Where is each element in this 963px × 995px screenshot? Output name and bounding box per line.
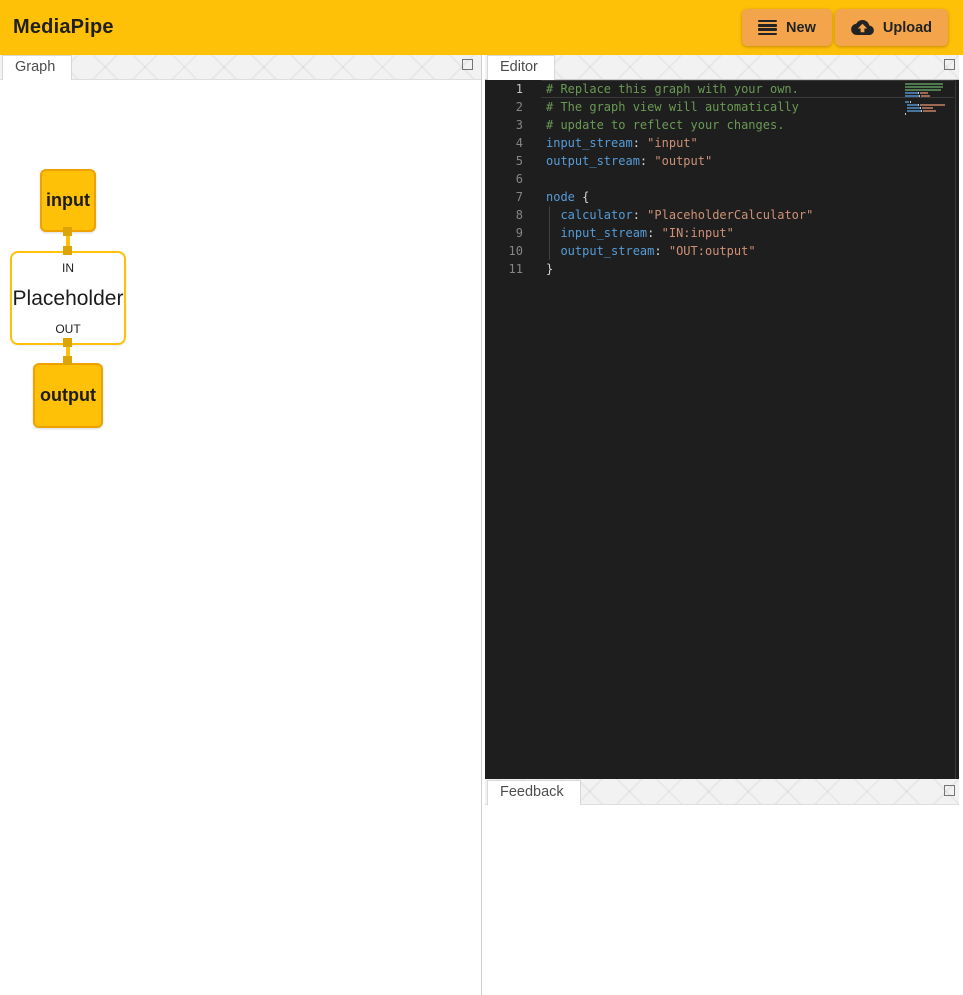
code-line: # update to reflect your changes.: [546, 116, 909, 134]
code-line: }: [546, 260, 909, 278]
panel-divider[interactable]: [481, 55, 482, 995]
line-number: 8: [485, 206, 523, 224]
minimap[interactable]: [905, 83, 951, 116]
node-output[interactable]: output: [33, 363, 103, 428]
edge-port-dot: [63, 356, 72, 365]
code-area[interactable]: # Replace this graph with your own.# The…: [546, 80, 909, 278]
editor-maximize-icon[interactable]: [944, 59, 955, 70]
new-button[interactable]: New: [742, 9, 832, 46]
code-line: input_stream: "input": [546, 134, 909, 152]
tab-feedback[interactable]: Feedback: [487, 780, 581, 805]
line-number: 4: [485, 134, 523, 152]
new-button-label: New: [786, 20, 816, 36]
edge-port-dot: [63, 227, 72, 236]
feedback-maximize-icon[interactable]: [944, 785, 955, 796]
menu-icon: [758, 20, 777, 35]
line-number: 1: [485, 80, 523, 98]
edge-port-dot: [63, 246, 72, 255]
graph-tabstrip: Graph: [0, 55, 482, 80]
code-line: output_stream: "output": [546, 152, 909, 170]
upload-button[interactable]: Upload: [835, 9, 948, 46]
line-number: 2: [485, 98, 523, 116]
code-line: calculator: "PlaceholderCalculator": [546, 206, 909, 224]
line-number: 3: [485, 116, 523, 134]
port-in-label: IN: [62, 261, 74, 275]
line-number: 10: [485, 242, 523, 260]
graph-canvas[interactable]: input IN Placeholder OUT output: [0, 80, 481, 995]
line-number: 5: [485, 152, 523, 170]
edge-port-dot: [63, 338, 72, 347]
code-line: node {: [546, 188, 909, 206]
node-placeholder-label: Placeholder: [13, 287, 124, 311]
line-number: 6: [485, 170, 523, 188]
code-line: output_stream: "OUT:output": [546, 242, 909, 260]
line-number: 11: [485, 260, 523, 278]
feedback-tabstrip: Feedback: [485, 779, 959, 805]
line-number-gutter: 1234567891011: [485, 80, 523, 278]
graph-tab-label: Graph: [15, 59, 55, 75]
code-line: [546, 170, 909, 188]
header-buttons: New Upload: [742, 9, 948, 46]
code-editor[interactable]: 1234567891011 # Replace this graph with …: [485, 80, 959, 779]
feedback-tab-label: Feedback: [500, 784, 564, 800]
upload-button-label: Upload: [883, 20, 932, 36]
node-placeholder[interactable]: IN Placeholder OUT: [10, 251, 126, 345]
node-input-label: input: [46, 190, 90, 211]
editor-tabstrip: Editor: [485, 55, 959, 80]
line-number: 9: [485, 224, 523, 242]
line-number: 7: [485, 188, 523, 206]
code-line: input_stream: "IN:input": [546, 224, 909, 242]
editor-tab-label: Editor: [500, 59, 538, 75]
code-line: # Replace this graph with your own.: [546, 80, 909, 98]
cloud-upload-icon: [851, 19, 874, 36]
port-out-label: OUT: [55, 322, 80, 336]
code-line: # The graph view will automatically: [546, 98, 909, 116]
app-header: MediaPipe New Upload: [0, 0, 963, 55]
tab-editor[interactable]: Editor: [487, 55, 555, 80]
feedback-content: [485, 805, 959, 995]
node-input[interactable]: input: [40, 169, 96, 232]
app-title: MediaPipe: [13, 16, 114, 39]
node-output-label: output: [40, 385, 96, 406]
graph-maximize-icon[interactable]: [462, 59, 473, 70]
tab-graph[interactable]: Graph: [2, 55, 72, 80]
